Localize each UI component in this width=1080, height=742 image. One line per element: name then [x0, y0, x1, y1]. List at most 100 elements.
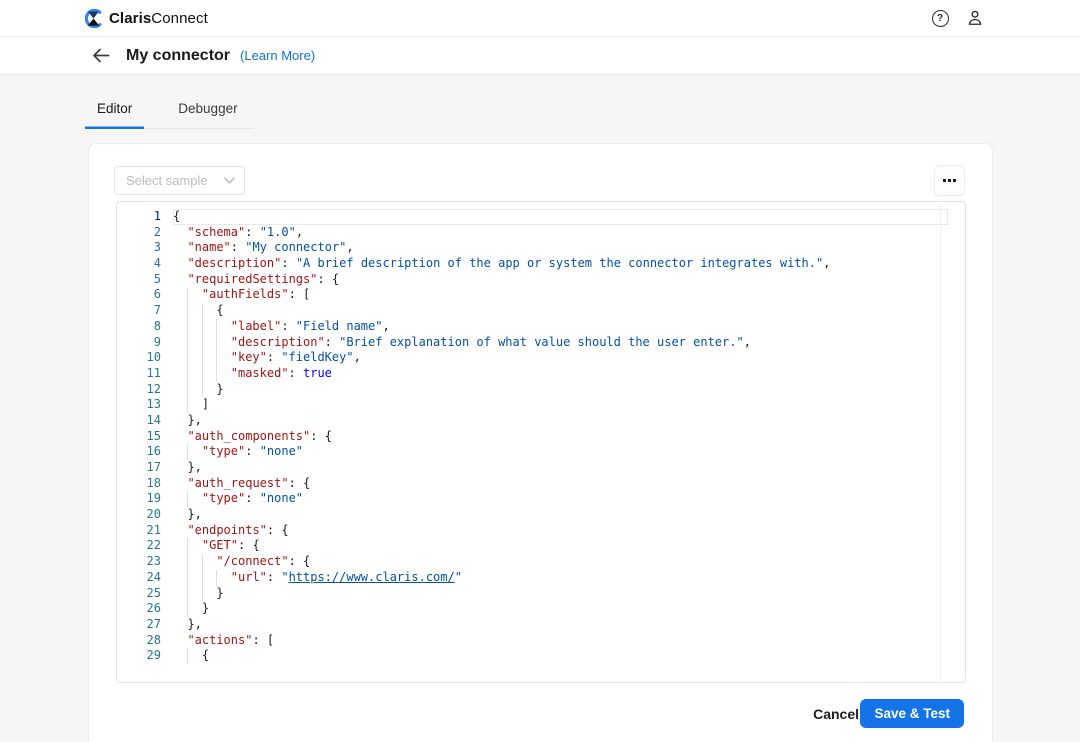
code-row[interactable]: 2 "schema": "1.0", [117, 225, 965, 241]
line-number: 28 [117, 633, 161, 649]
code-line: "type": "none" [173, 491, 948, 507]
code-line: "label": "Field name", [173, 319, 948, 335]
tab-bar: Editor Debugger [85, 93, 254, 129]
account-button[interactable] [963, 6, 987, 30]
code-row[interactable]: 14 }, [117, 413, 965, 429]
code-row[interactable]: 6 "authFields": [ [117, 287, 965, 303]
code-line: } [173, 586, 948, 602]
code-row[interactable]: 17 }, [117, 460, 965, 476]
save-and-test-button[interactable]: Save & Test [860, 699, 964, 728]
code-row[interactable]: 1{ [117, 209, 965, 225]
code-line: "/connect": { [173, 554, 948, 570]
code-row[interactable]: 25 } [117, 586, 965, 602]
line-number: 15 [117, 429, 161, 445]
line-number: 14 [117, 413, 161, 429]
tab-debugger[interactable]: Debugger [144, 93, 253, 129]
line-number: 13 [117, 397, 161, 413]
line-number: 23 [117, 554, 161, 570]
code-row[interactable]: 8 "label": "Field name", [117, 319, 965, 335]
code-line: }, [173, 507, 948, 523]
code-row[interactable]: 11 "masked": true [117, 366, 965, 382]
code-line: { [173, 209, 948, 225]
line-number: 3 [117, 240, 161, 256]
code-row[interactable]: 13 ] [117, 397, 965, 413]
claris-connect-logo[interactable]: ClarisConnect [84, 9, 208, 28]
code-line: } [173, 382, 948, 398]
code-line: "GET": { [173, 538, 948, 554]
line-number: 27 [117, 617, 161, 633]
code-line: "description": "Brief explanation of wha… [173, 335, 948, 351]
back-button[interactable] [92, 46, 112, 66]
claris-logo-icon [84, 9, 103, 28]
brand-text: ClarisConnect [109, 10, 208, 27]
code-row[interactable]: 29 { [117, 648, 965, 664]
line-number: 22 [117, 538, 161, 554]
code-row[interactable]: 4 "description": "A brief description of… [117, 256, 965, 272]
line-number: 16 [117, 444, 161, 460]
code-line: "endpoints": { [173, 523, 948, 539]
line-number: 19 [117, 491, 161, 507]
code-row[interactable]: 21 "endpoints": { [117, 523, 965, 539]
code-row[interactable]: 27 }, [117, 617, 965, 633]
line-number: 6 [117, 287, 161, 303]
account-icon [965, 8, 985, 28]
code-row[interactable]: 26 } [117, 601, 965, 617]
more-options-button[interactable] [934, 165, 965, 196]
code-line: { [173, 303, 948, 319]
url-link[interactable]: https://www.claris.com/ [289, 570, 455, 584]
line-number: 17 [117, 460, 161, 476]
code-row[interactable]: 7 { [117, 303, 965, 319]
code-line: "url": "https://www.claris.com/" [173, 570, 948, 586]
line-number: 9 [117, 335, 161, 351]
code-row[interactable]: 3 "name": "My connector", [117, 240, 965, 256]
code-editor[interactable]: 1{2 "schema": "1.0",3 "name": "My connec… [116, 201, 966, 683]
code-row[interactable]: 19 "type": "none" [117, 491, 965, 507]
code-row[interactable]: 24 "url": "https://www.claris.com/" [117, 570, 965, 586]
code-line: "name": "My connector", [173, 240, 948, 256]
code-row[interactable]: 28 "actions": [ [117, 633, 965, 649]
code-line: "auth_components": { [173, 429, 948, 445]
line-number: 2 [117, 225, 161, 241]
line-number: 21 [117, 523, 161, 539]
code-editor-lines: 1{2 "schema": "1.0",3 "name": "My connec… [117, 202, 965, 682]
code-line: "key": "fieldKey", [173, 350, 948, 366]
select-sample-placeholder: Select sample [126, 173, 224, 188]
line-number: 25 [117, 586, 161, 602]
help-button[interactable]: ? [928, 6, 952, 30]
code-line: "masked": true [173, 366, 948, 382]
line-number: 8 [117, 319, 161, 335]
tab-editor[interactable]: Editor [85, 93, 144, 129]
line-number: 12 [117, 382, 161, 398]
page-header: My connector (Learn More) [0, 37, 1080, 75]
connector-editor-card: Select sample 1{2 "schema": "1.0",3 "nam… [88, 143, 993, 742]
code-line: "requiredSettings": { [173, 272, 948, 288]
code-line: ] [173, 397, 948, 413]
cancel-button[interactable]: Cancel [813, 700, 859, 729]
code-line: }, [173, 617, 948, 633]
code-line: }, [173, 460, 948, 476]
code-row[interactable]: 9 "description": "Brief explanation of w… [117, 335, 965, 351]
code-row[interactable]: 16 "type": "none" [117, 444, 965, 460]
line-number: 5 [117, 272, 161, 288]
code-line: } [173, 601, 948, 617]
code-row[interactable]: 12 } [117, 382, 965, 398]
top-bar: ClarisConnect ? [0, 0, 1080, 37]
select-sample-dropdown[interactable]: Select sample [114, 166, 245, 195]
line-number: 10 [117, 350, 161, 366]
ellipsis-icon [943, 179, 946, 182]
chevron-down-icon [224, 177, 235, 184]
code-line: "description": "A brief description of t… [173, 256, 948, 272]
line-number: 26 [117, 601, 161, 617]
code-row[interactable]: 10 "key": "fieldKey", [117, 350, 965, 366]
learn-more-link[interactable]: (Learn More) [240, 48, 315, 63]
page-title: My connector [126, 47, 230, 65]
code-row[interactable]: 18 "auth_request": { [117, 476, 965, 492]
code-row[interactable]: 5 "requiredSettings": { [117, 272, 965, 288]
code-row[interactable]: 15 "auth_components": { [117, 429, 965, 445]
code-line: "auth_request": { [173, 476, 948, 492]
arrow-left-icon [92, 48, 110, 63]
code-row[interactable]: 23 "/connect": { [117, 554, 965, 570]
code-row[interactable]: 22 "GET": { [117, 538, 965, 554]
code-line: "authFields": [ [173, 287, 948, 303]
code-row[interactable]: 20 }, [117, 507, 965, 523]
